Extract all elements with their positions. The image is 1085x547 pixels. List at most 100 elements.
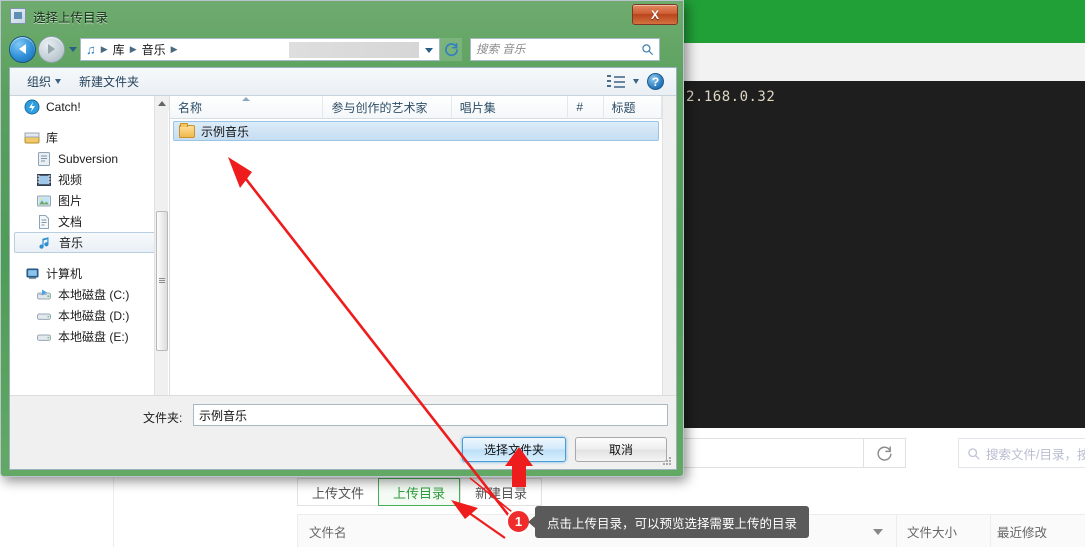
refresh-button[interactable] bbox=[864, 438, 906, 468]
breadcrumb-library[interactable]: 库 bbox=[113, 41, 125, 58]
back-arrow-icon bbox=[19, 44, 26, 54]
breadcrumb-sep-icon: ▶ bbox=[170, 43, 178, 54]
folder-name-input[interactable]: 示例音乐 bbox=[193, 404, 668, 426]
search-icon bbox=[968, 447, 980, 460]
forward-button[interactable] bbox=[38, 35, 65, 63]
app-search-box[interactable]: 搜索文件/目录，按 bbox=[958, 438, 1085, 468]
column-header-filename[interactable]: 文件名 bbox=[309, 515, 347, 547]
refresh-icon bbox=[444, 42, 458, 56]
scroll-up-button[interactable] bbox=[155, 96, 169, 111]
column-divider bbox=[297, 514, 298, 547]
drive-icon bbox=[36, 308, 52, 324]
col-header-artists[interactable]: 参与创作的艺术家 bbox=[323, 96, 452, 118]
dialog-refresh-button[interactable] bbox=[440, 37, 462, 61]
caret-up-icon bbox=[158, 101, 166, 106]
dialog-search-placeholder: 搜索 音乐 bbox=[476, 44, 526, 56]
folder-icon bbox=[179, 122, 195, 138]
caret-down-icon bbox=[873, 528, 883, 535]
upload-action-group: 上传文件 上传目录 新建目录 bbox=[297, 478, 543, 506]
sort-caret[interactable] bbox=[873, 515, 883, 547]
breadcrumb-sep-icon: ▶ bbox=[129, 43, 137, 54]
new-folder-button[interactable]: 新建目录 bbox=[460, 478, 543, 506]
cancel-button[interactable]: 取消 bbox=[575, 437, 667, 462]
nav-item-label: 库 bbox=[46, 131, 59, 145]
dialog-body: 组织 新建文件夹 ? Catch! 库 Subversion 视频 图片 文档 … bbox=[9, 67, 677, 470]
address-bar[interactable]: ♫ ▶ 库 ▶ 音乐 ▶ bbox=[80, 37, 440, 61]
navigation-pane[interactable]: Catch! 库 Subversion 视频 图片 文档 音乐 计算机 本地磁盘… bbox=[10, 96, 168, 443]
computer-icon bbox=[24, 266, 40, 282]
view-caret-down-icon[interactable] bbox=[633, 79, 639, 84]
system-drive-icon bbox=[36, 287, 52, 303]
nav-item-drive-c[interactable]: 本地磁盘 (C:) bbox=[10, 284, 168, 305]
nav-item-library[interactable]: 库 bbox=[10, 127, 168, 148]
column-divider bbox=[896, 514, 897, 547]
window-icon bbox=[10, 8, 26, 24]
organize-label: 组织 bbox=[27, 75, 52, 89]
nav-item-drive-e[interactable]: 本地磁盘 (E:) bbox=[10, 326, 168, 347]
col-header-track[interactable]: # bbox=[568, 96, 604, 118]
library-icon bbox=[24, 130, 40, 146]
dialog-titlebar[interactable]: 选择上传目录 bbox=[1, 1, 683, 31]
file-name-label: 示例音乐 bbox=[201, 124, 250, 139]
close-button[interactable]: X bbox=[632, 4, 678, 25]
breadcrumb-sep-icon: ▶ bbox=[100, 43, 108, 54]
dialog-title: 选择上传目录 bbox=[33, 10, 109, 25]
drive-icon bbox=[36, 329, 52, 345]
new-folder-command[interactable]: 新建文件夹 bbox=[70, 71, 148, 93]
nav-item-catch[interactable]: Catch! bbox=[10, 96, 168, 117]
nav-item-pictures[interactable]: 图片 bbox=[10, 190, 168, 211]
content-divider bbox=[113, 474, 114, 547]
back-button[interactable] bbox=[9, 35, 36, 63]
nav-item-label: 本地磁盘 (C:) bbox=[58, 288, 130, 302]
col-header-album[interactable]: 唱片集 bbox=[452, 96, 569, 118]
history-dropdown-button[interactable] bbox=[65, 36, 80, 63]
dialog-footer: 文件夹: 示例音乐 选择文件夹 取消 bbox=[10, 395, 676, 469]
help-icon[interactable]: ? bbox=[647, 73, 664, 90]
documents-icon bbox=[36, 214, 52, 230]
terminal-output-text: 2.168.0.32 bbox=[686, 89, 776, 105]
video-icon bbox=[36, 172, 52, 188]
chevron-down-icon bbox=[68, 46, 77, 52]
upload-folder-button[interactable]: 上传目录 bbox=[378, 478, 461, 506]
grip-icon bbox=[159, 278, 165, 284]
file-list-row[interactable]: 示例音乐 bbox=[173, 121, 659, 141]
nav-item-label: 本地磁盘 (E:) bbox=[58, 330, 129, 344]
nav-item-videos[interactable]: 视频 bbox=[10, 169, 168, 190]
nav-item-subversion[interactable]: Subversion bbox=[10, 148, 168, 169]
column-divider bbox=[990, 514, 991, 547]
file-list[interactable]: 名称 参与创作的艺术家 唱片集 # 标题 示例音乐 bbox=[169, 96, 662, 443]
search-icon bbox=[642, 43, 653, 55]
nav-item-computer[interactable]: 计算机 bbox=[10, 263, 168, 284]
select-folder-button[interactable]: 选择文件夹 bbox=[462, 437, 566, 462]
dialog-search-box[interactable]: 搜索 音乐 bbox=[470, 37, 660, 61]
nav-item-music[interactable]: 音乐 bbox=[14, 232, 164, 253]
resize-grip-icon[interactable] bbox=[662, 456, 673, 467]
nav-item-label: Subversion bbox=[58, 151, 119, 166]
nav-item-documents[interactable]: 文档 bbox=[10, 211, 168, 232]
caret-down-icon bbox=[55, 79, 62, 84]
music-note-icon: ♫ bbox=[86, 41, 96, 57]
refresh-icon bbox=[877, 445, 892, 461]
subversion-icon bbox=[36, 151, 52, 167]
nav-item-drive-d[interactable]: 本地磁盘 (D:) bbox=[10, 305, 168, 326]
col-header-title[interactable]: 标题 bbox=[604, 96, 662, 118]
upload-file-button[interactable]: 上传文件 bbox=[297, 478, 379, 506]
navpane-scroll-thumb[interactable] bbox=[156, 211, 168, 351]
command-bar-right-group: ? bbox=[607, 73, 668, 90]
column-header-modified[interactable]: 最近修改 bbox=[997, 515, 1047, 547]
column-header-filesize[interactable]: 文件大小 bbox=[907, 515, 957, 547]
music-icon bbox=[37, 235, 53, 251]
organize-menu[interactable]: 组织 bbox=[18, 71, 70, 93]
navpane-scrollbar[interactable] bbox=[154, 96, 169, 443]
file-list-rows: 示例音乐 bbox=[170, 119, 662, 425]
file-list-vertical-scrollbar[interactable] bbox=[662, 96, 676, 443]
breadcrumb-music[interactable]: 音乐 bbox=[142, 41, 166, 58]
view-list-icon[interactable] bbox=[607, 74, 625, 89]
col-header-name[interactable]: 名称 bbox=[170, 96, 324, 118]
app-search-placeholder: 搜索文件/目录，按 bbox=[986, 447, 1085, 462]
address-dropdown-icon[interactable] bbox=[425, 47, 433, 53]
dialog-navigation-bar: ♫ ▶ 库 ▶ 音乐 ▶ 搜索 音乐 bbox=[1, 31, 683, 67]
folder-field-label: 文件夹: bbox=[143, 411, 183, 425]
